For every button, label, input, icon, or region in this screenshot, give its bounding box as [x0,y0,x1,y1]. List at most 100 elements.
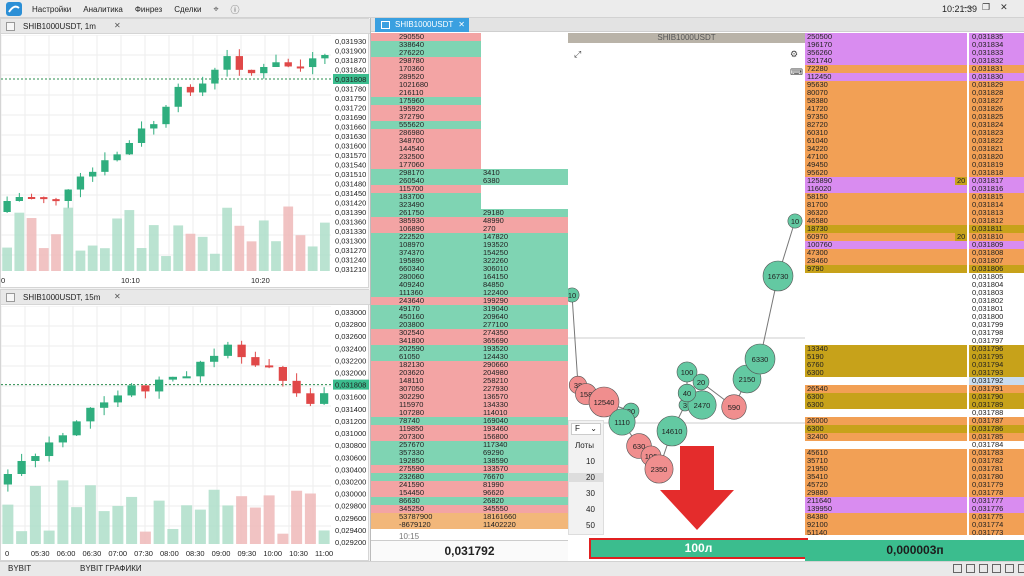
pin-icon[interactable]: ⌖ [213,4,218,15]
profile-volume: 51140 [807,528,828,536]
lot-option-20[interactable]: 20 [569,473,603,482]
candle [196,361,205,377]
profile-row[interactable]: 51140 0,031773 [805,529,1024,535]
window-icon [6,293,15,302]
layout-icon[interactable] [953,564,962,573]
volume-bar [263,495,275,544]
cluster-bubble-label: 1110 [614,418,630,427]
candle [89,171,97,177]
menu-item-1[interactable]: Аналитика [83,5,123,14]
orderbook-ask-cell [481,65,568,73]
price-tick-label: 0,031390 [335,208,366,217]
chart-panel-15m[interactable]: SHIB1000USDT, 15m ✕ 0,033000 0,032800 0,03… [0,289,370,561]
profile-bar [805,465,967,473]
cluster-bubble-label: 3 [683,401,687,410]
lot-size-field[interactable]: 100л [589,538,808,559]
profile-bar [805,353,967,361]
minimize-icon[interactable]: — [963,2,972,13]
lots-select[interactable]: F ⌄ [571,423,601,435]
price-tick-label: 0,031840 [335,66,366,75]
volume-bar [136,248,147,271]
candle [76,176,85,190]
price-tick-label: 0,031808 [335,381,366,390]
restore-icon[interactable]: ❐ [982,2,990,13]
layout-icon[interactable] [966,564,975,573]
profile-bar [805,457,967,465]
tab-strip: SHIB1000USDT ✕ [371,18,1024,32]
orderbook-bid-cell [371,65,481,73]
orderbook-bid-cell [371,449,481,457]
layout-icon[interactable] [992,564,1001,573]
close-icon[interactable]: ✕ [114,292,121,301]
price-tick-label: 0,031480 [335,180,366,189]
menu-item-0[interactable]: Настройки [32,5,71,14]
candle [72,421,81,436]
volume-bar [14,212,25,271]
orderbook-ask-cell [481,57,568,65]
app-logo-icon [6,2,22,16]
level-marker: 20 [955,232,968,241]
volume-bar [246,241,257,271]
profile-bar [805,265,967,273]
lot-option-50[interactable]: 50 [586,521,595,530]
title-bar: Настройки Аналитика Финрез Сделки ⌖ ⓘ 10:21:3… [0,0,1024,18]
volume-bar [100,248,110,271]
candle [292,380,301,394]
window-controls: — ❐ ✕ [963,2,1008,13]
chart-panel-1m[interactable]: SHIB1000USDT, 1m ✕ 0,031930 0,031900 0,031… [0,18,370,288]
profile-volume: 9790 [807,264,824,273]
profile-bar [805,393,967,401]
lot-option-30[interactable]: 30 [586,489,595,498]
help-icon[interactable]: ⓘ [231,3,240,16]
price-tick-label: 0,031870 [335,56,366,65]
close-icon[interactable]: ✕ [458,20,465,29]
tab-shib1000usdt[interactable]: SHIB1000USDT ✕ [375,18,469,32]
orderbook-row[interactable]: -8679120 11402220 [371,521,568,529]
layout-icon[interactable] [979,564,988,573]
volume-profile[interactable]: 250500 0,031835 196170 0,031834 356260 0,0318… [805,33,1024,535]
candle [27,197,36,200]
close-icon[interactable]: ✕ [1000,2,1008,13]
bottom-tab-bybit[interactable]: BYBIT [8,564,31,573]
orderbook-bid-cell [371,433,481,441]
volume-bar [318,530,330,544]
menu-item-3[interactable]: Сделки [174,5,201,14]
layout-icon[interactable] [1018,564,1024,573]
order-book[interactable]: 290550 338640 276220 298780 170360 289520 1021… [371,33,568,535]
candle [174,86,182,107]
candle [284,62,292,67]
candle [223,56,231,70]
menu-item-2[interactable]: Финрез [135,5,162,14]
orderbook-ask-cell [481,193,568,201]
orderbook-volume: -8679120 [399,520,431,529]
orderbook-bid-cell [371,201,481,209]
bottom-tab-bybit-charts[interactable]: BYBIT ГРАФИКИ [80,564,142,573]
close-icon[interactable]: ✕ [114,21,121,30]
layout-icons [953,564,1024,573]
profile-bar [805,209,967,217]
volume-bar [71,507,83,544]
chart-15m-canvas[interactable]: 0,033000 0,032800 0,032600 0,032400 0,032200… [1,306,369,560]
volume-bar [139,531,151,544]
profile-bar [805,145,967,153]
candle [321,55,329,59]
orderbook-ask-cell [481,121,568,129]
volume-bar [112,505,124,544]
time-tick-label: 08:00 [160,549,179,558]
layout-icon[interactable] [1005,564,1014,573]
lot-option-40[interactable]: 40 [586,505,595,514]
orderbook-ask-cell [481,153,568,161]
candle [210,355,219,362]
orderbook-bid-cell [371,497,481,505]
lot-option-10[interactable]: 10 [586,457,595,466]
volume-bar [161,256,171,271]
profile-price: 0,000003п [805,540,1024,561]
chart-1m-canvas[interactable]: 0,0319300,0319000,0318700,0318400,031808… [1,35,369,287]
volume-bar [283,206,294,271]
chart-15m-header: SHIB1000USDT, 15m ✕ [1,290,370,305]
volume-bar [148,225,159,271]
orderbook-ask-cell [481,81,568,89]
time-tick-label: 0 [1,276,5,285]
volume-bar [277,533,289,544]
volume-bar [173,225,184,271]
